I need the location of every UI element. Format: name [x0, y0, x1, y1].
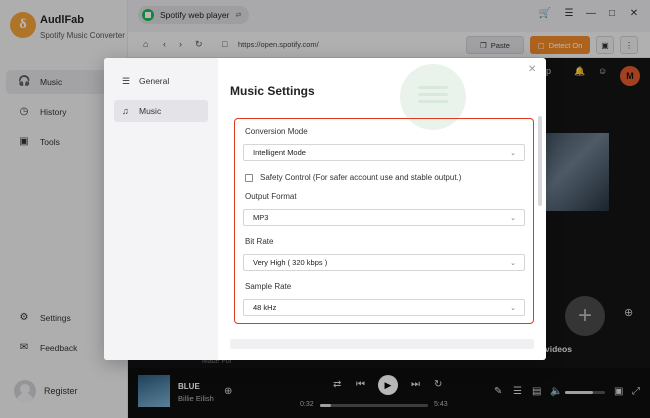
sliders-icon: ☰ [122, 75, 131, 86]
music-note-icon: ♫ [122, 106, 129, 116]
output-format-select[interactable]: MP3 ⌄ [243, 209, 525, 226]
safety-control-checkbox[interactable] [245, 173, 253, 182]
music-settings-panel: Conversion Mode Intelligent Mode ⌄ Safet… [234, 118, 534, 324]
output-format-value: MP3 [253, 213, 269, 222]
conversion-mode-value: Intelligent Mode [253, 148, 306, 157]
settings-sidebar: ☰ General ♫ Music [104, 58, 218, 360]
conversion-mode-select[interactable]: Intelligent Mode ⌄ [243, 144, 525, 161]
tab-music[interactable]: ♫ Music [114, 100, 208, 122]
close-icon[interactable]: ✕ [528, 64, 536, 75]
sample-rate-label: Sample Rate [245, 282, 292, 291]
tab-label: Music [139, 106, 162, 116]
bit-rate-label: Bit Rate [245, 237, 274, 246]
next-section-strip [230, 339, 534, 349]
dialog-title: Music Settings [230, 84, 315, 98]
tab-label: General [139, 76, 170, 86]
sample-rate-select[interactable]: 48 kHz ⌄ [243, 299, 525, 316]
chevron-down-icon: ⌄ [510, 150, 516, 157]
output-format-label: Output Format [245, 192, 297, 201]
settings-dialog: ☰ General ♫ Music Music Settings ✕ Conve… [104, 58, 546, 360]
chevron-down-icon: ⌄ [510, 260, 516, 267]
bit-rate-value: Very High ( 320 kbps ) [253, 258, 328, 267]
scrollbar[interactable] [538, 116, 542, 206]
safety-control-row[interactable]: Safety Control (For safer account use an… [245, 173, 461, 182]
bit-rate-select[interactable]: Very High ( 320 kbps ) ⌄ [243, 254, 525, 271]
safety-control-label: Safety Control (For safer account use an… [260, 173, 462, 182]
chevron-down-icon: ⌄ [510, 215, 516, 222]
conversion-mode-label: Conversion Mode [245, 127, 308, 136]
tab-general[interactable]: ☰ General [114, 70, 208, 92]
chevron-down-icon: ⌄ [510, 305, 516, 312]
sample-rate-value: 48 kHz [253, 303, 277, 312]
